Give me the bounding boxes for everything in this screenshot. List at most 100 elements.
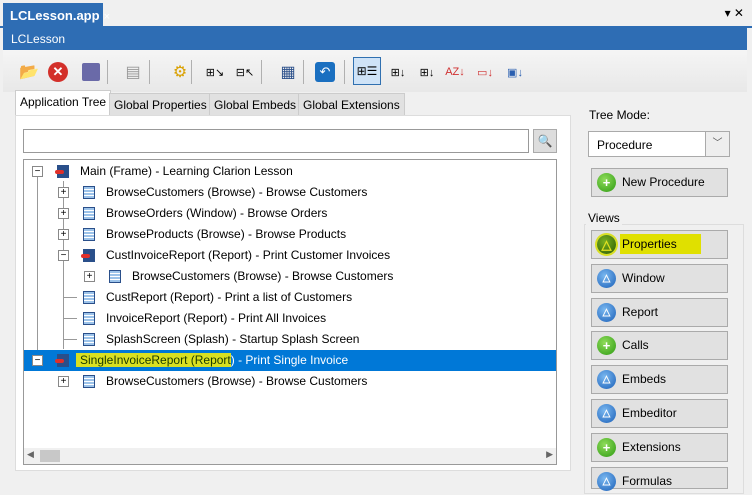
tree-node[interactable]: + BrowseCustomers (Browse) - Browse Custo… [24,182,556,203]
triangle-icon: △ [597,404,616,423]
search-button[interactable]: 🔍 [533,129,557,153]
view-button-embeds[interactable]: △ Embeds [591,365,728,395]
triangle-icon: △ [597,471,616,491]
tree-node-label: BrowseCustomers (Browse) - Browse Custom… [132,269,394,283]
tree-node[interactable]: − Main (Frame) - Learning Clarion Lesson [24,161,556,182]
document-tab-label: LCLesson.app [10,8,100,23]
tab-application-tree[interactable]: Application Tree [15,90,112,116]
tree-node[interactable]: + BrowseCustomers (Browse) - Browse Custo… [24,266,556,287]
frame-procedure-icon [55,165,69,178]
triangle-icon: △ [597,370,616,390]
view-button-formulas[interactable]: △ Formulas [591,466,728,491]
procedure-icon [83,228,95,241]
toolbar-separator [261,60,262,84]
procedure-icon [83,291,95,304]
view-button-label: Window [622,270,665,285]
plus-icon: △ [597,235,616,254]
tree-node-label: BrowseOrders (Window) - Browse Orders [106,206,328,220]
chevron-down-icon[interactable]: ﹀ [705,132,729,156]
document-tab[interactable]: LCLesson.app × [3,3,110,27]
sort-module-icon[interactable]: ▣↓ [503,60,527,84]
procedure-icon [83,207,95,220]
tree-node[interactable]: CustReport (Report) - Print a list of Cu… [24,287,556,308]
expand-icon[interactable]: + [84,271,95,282]
tree-mode-label: Tree Mode: [589,108,650,122]
tree-node-label: CustInvoiceReport (Report) - Print Custo… [106,248,391,262]
tab-global-properties[interactable]: Global Properties [109,93,212,115]
view-button-properties[interactable]: △ Properties [591,230,728,259]
expand-icon[interactable]: + [58,376,69,387]
close-red-icon[interactable]: ✕ [46,60,70,84]
close-tab-icon[interactable]: × [104,11,110,23]
sort-2-icon[interactable]: ⊞↓ [415,60,439,84]
tab-global-embeds[interactable]: Global Embeds [209,93,302,115]
tree-node-label: BrowseCustomers (Browse) - Browse Custom… [106,374,368,388]
tree-node-label: InvoiceReport (Report) - Print All Invoi… [106,311,327,325]
tree-node[interactable]: − CustInvoiceReport (Report) - Print Cust… [24,245,556,266]
tree-node[interactable]: InvoiceReport (Report) - Print All Invoi… [24,308,556,329]
expand-icon[interactable]: + [58,229,69,240]
plus-icon: + [597,336,616,356]
window-controls[interactable]: ▾ ✕ [725,6,744,20]
tree-node[interactable]: + BrowseOrders (Window) - Browse Orders [24,203,556,224]
sort-az-icon[interactable]: AZ↓ [443,60,467,84]
view-button-label: Calls [622,338,649,353]
toolbar-separator [107,60,108,84]
tree-mode-value: Procedure [597,138,653,152]
sort-icon[interactable]: ⊞↓ [386,60,410,84]
tab-global-extensions[interactable]: Global Extensions [298,93,405,115]
undo-icon[interactable]: ↶ [313,60,337,84]
tree-line [63,297,77,298]
contract-all-icon[interactable]: ⊟↖ [233,60,257,84]
procedure-icon [83,312,95,325]
generate-icon[interactable]: ⚙ [168,60,192,84]
print-preview-icon[interactable]: ▤ [121,60,145,84]
horizontal-scrollbar[interactable]: ◀ ▶ [24,448,556,464]
collapse-icon[interactable]: − [32,166,43,177]
triangle-icon: △ [597,302,616,322]
view-button-report[interactable]: △ Report [591,297,728,327]
view-button-extensions[interactable]: + Extensions [591,432,728,462]
procedure-tree[interactable]: − Main (Frame) - Learning Clarion Lesson +… [23,159,557,465]
tree-node[interactable]: − SingleInvoiceReport (Report) - Print Si… [24,350,556,371]
search-input[interactable] [23,129,529,153]
tree-node[interactable]: + BrowseCustomers (Browse) - Browse Custo… [24,371,556,392]
view-button-calls[interactable]: + Calls [591,331,728,361]
scrollbar-thumb[interactable] [40,450,60,462]
toolbar-separator [303,60,304,84]
save-icon[interactable] [79,60,103,84]
tree-node[interactable]: SplashScreen (Splash) - Startup Splash S… [24,329,556,350]
open-icon[interactable]: 📂 [17,60,41,84]
view-button-label: Embeds [622,372,667,387]
tree-mode-select[interactable]: Procedure ﹀ [588,131,730,157]
collapse-icon[interactable]: − [32,355,43,366]
properties-icon[interactable]: ▦ [276,60,300,84]
view-button-window[interactable]: △ Window [591,263,728,293]
triangle-icon: △ [597,268,616,288]
expand-icon[interactable]: + [58,187,69,198]
frame-procedure-icon [55,354,69,367]
views-label: Views [586,211,622,225]
procedure-icon [109,270,121,283]
tree-node[interactable]: + BrowseProducts (Browse) - Browse Produc… [24,224,556,245]
expand-icon[interactable]: + [58,208,69,219]
tree-view-icon[interactable]: ⊞☰ [353,57,381,85]
tree-node-label: SingleInvoiceReport (Report) - Print Sin… [76,350,348,371]
procedure-icon [83,375,95,388]
collapse-icon[interactable]: − [58,250,69,261]
view-button-label: Report [622,304,659,319]
sort-category-icon[interactable]: ▭↓ [473,60,497,84]
new-procedure-button[interactable]: + New Procedure [591,168,728,197]
toolbar-separator [149,60,150,84]
toolbar-separator [344,60,345,84]
expand-all-icon[interactable]: ⊞↘ [203,60,227,84]
view-button-embeditor[interactable]: △ Embeditor [591,399,728,428]
frame-procedure-icon [81,249,95,262]
procedure-icon [83,333,95,346]
view-button-label: Formulas [622,473,673,488]
procedure-icon [83,186,95,199]
title-bar: LCLesson [3,28,747,50]
tree-node-label: CustReport (Report) - Print a list of Cu… [106,290,353,304]
tree-node-label: BrowseCustomers (Browse) - Browse Custom… [106,185,368,199]
tree-node-label: SplashScreen (Splash) - Startup Splash S… [106,332,360,346]
